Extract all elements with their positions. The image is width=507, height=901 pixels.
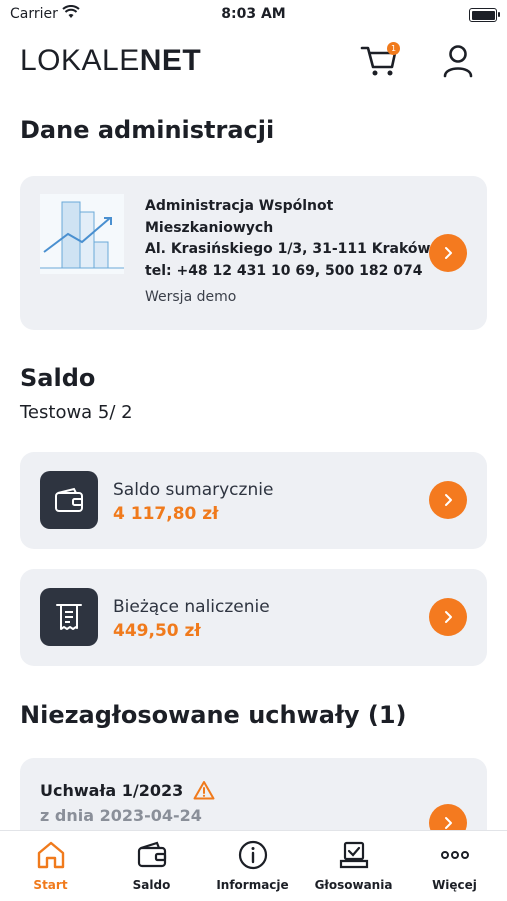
saldo-section-title: Saldo — [20, 364, 96, 392]
resolution-title: Uchwała 1/2023 — [40, 780, 215, 800]
saldo-summary-button[interactable] — [429, 481, 467, 519]
battery-icon — [469, 8, 500, 22]
receipt-icon — [56, 604, 82, 630]
current-charge-value: 449,50 zł — [113, 621, 201, 641]
logo-text-bold: NET — [139, 44, 202, 77]
resolution-date: z dnia 2023-04-24 — [40, 806, 202, 825]
app-header: LOKALENET 1 — [0, 38, 507, 88]
status-bar: Carrier 8:03 AM — [0, 0, 507, 30]
warning-icon — [193, 781, 215, 800]
vote-icon — [339, 841, 368, 869]
admin-details-button[interactable] — [429, 234, 467, 272]
clock: 8:03 AM — [221, 6, 286, 22]
user-icon — [443, 45, 473, 78]
admin-details: Administracja Wspólnot Mieszkaniowych Al… — [145, 196, 430, 282]
chevron-right-icon — [445, 817, 452, 829]
info-icon — [238, 840, 267, 870]
tab-wiecej-label: Więcej — [432, 878, 477, 892]
wallet-icon — [137, 841, 166, 868]
receipt-icon-box — [40, 588, 98, 646]
saldo-summary-label: Saldo sumarycznie — [113, 480, 274, 500]
admin-name-line2: Mieszkaniowych — [145, 219, 274, 236]
chevron-right-icon — [445, 247, 452, 259]
app-logo: LOKALENET — [20, 44, 201, 78]
tab-saldo[interactable]: Saldo — [101, 831, 202, 901]
home-icon — [37, 841, 64, 869]
wallet-icon — [55, 487, 83, 512]
current-charge-card[interactable]: Bieżące naliczenie 449,50 zł — [20, 569, 487, 666]
tab-informacje-label: Informacje — [216, 878, 289, 892]
tab-glosowania[interactable]: Głosowania — [303, 831, 404, 901]
building-illustration — [40, 194, 124, 274]
chevron-right-icon — [445, 611, 452, 623]
saldo-summary-value: 4 117,80 zł — [113, 504, 219, 524]
cart-button[interactable]: 1 — [360, 42, 400, 78]
resolution-name: Uchwała 1/2023 — [40, 781, 184, 800]
current-charge-label: Bieżące naliczenie — [113, 597, 270, 617]
admin-phone: tel: +48 12 431 10 69, 500 182 074 — [145, 262, 423, 279]
tab-start-label: Start — [33, 878, 68, 892]
tab-start[interactable]: Start — [0, 831, 101, 901]
admin-section-title: Dane administracji — [20, 116, 275, 144]
current-charge-button[interactable] — [429, 598, 467, 636]
admin-card[interactable]: Administracja Wspólnot Mieszkaniowych Al… — [20, 176, 487, 330]
tab-informacje[interactable]: Informacje — [202, 831, 303, 901]
profile-button[interactable] — [440, 42, 476, 78]
logo-text-thin: LOKALE — [20, 44, 140, 77]
bottom-tab-bar: Start Saldo Informacje Głosowania Więcej — [0, 830, 507, 901]
tab-saldo-label: Saldo — [132, 878, 171, 892]
admin-address: Al. Krasińskiego 1/3, 31-111 Kraków — [145, 241, 431, 257]
tab-glosowania-label: Głosowania — [314, 878, 393, 892]
demo-version-label: Wersja demo — [145, 289, 237, 305]
resolutions-section-title: Niezagłosowane uchwały (1) — [20, 701, 407, 729]
more-icon — [440, 851, 469, 859]
chevron-right-icon — [445, 494, 452, 506]
tab-wiecej[interactable]: Więcej — [404, 831, 505, 901]
apartment-label: Testowa 5/ 2 — [20, 402, 133, 423]
wallet-icon-box — [40, 471, 98, 529]
cart-count-badge: 1 — [387, 42, 400, 55]
saldo-summary-card[interactable]: Saldo sumarycznie 4 117,80 zł — [20, 452, 487, 549]
admin-name-line1: Administracja Wspólnot — [145, 198, 334, 214]
